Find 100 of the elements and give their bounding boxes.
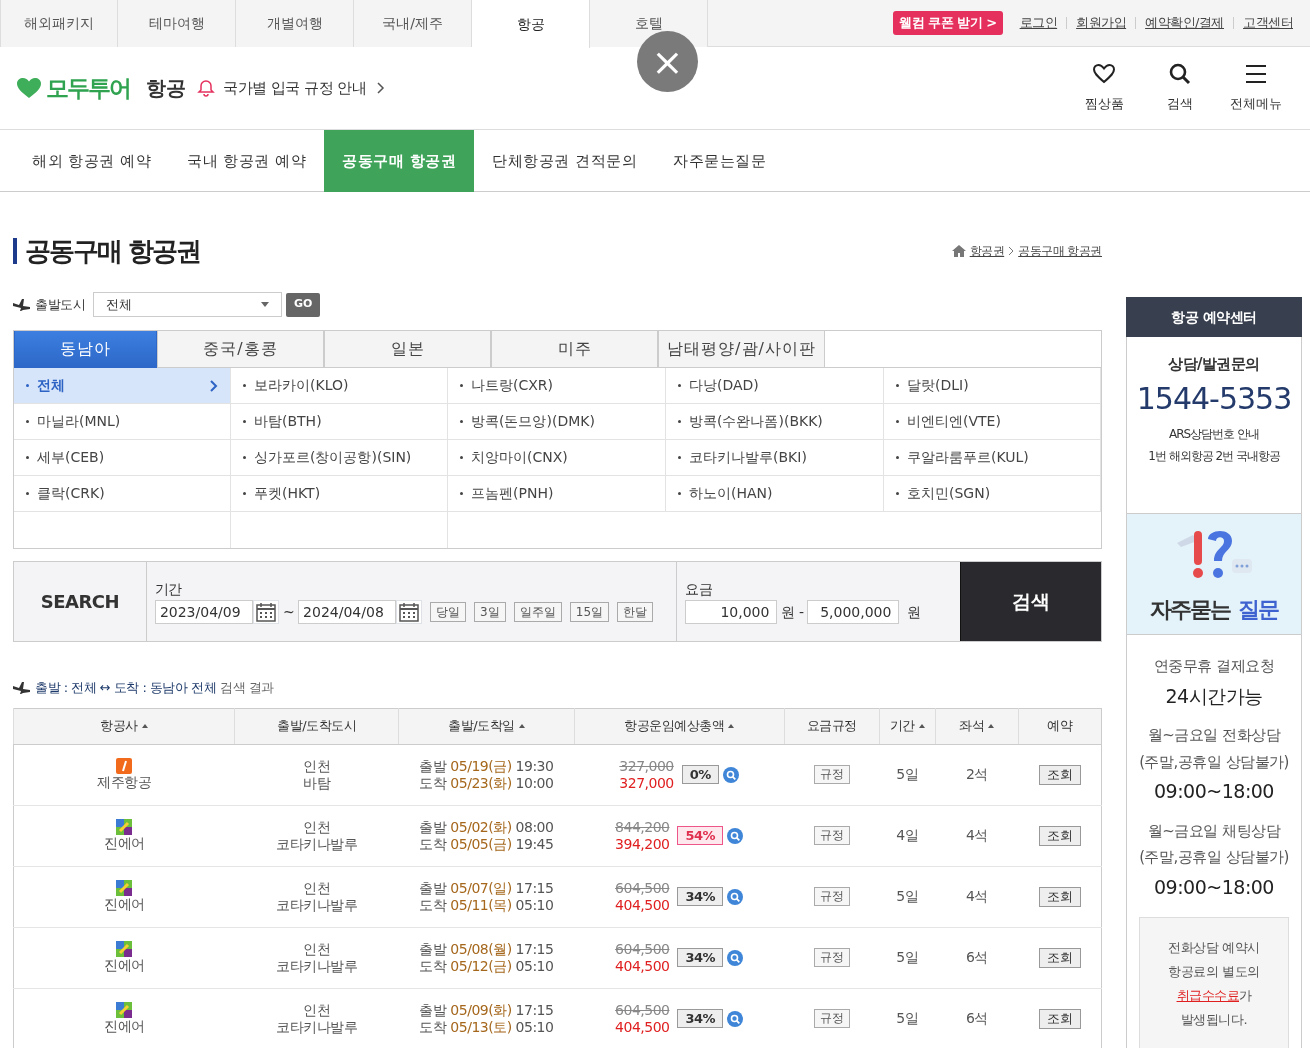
fare-rule-button[interactable]: 규정 [813, 826, 850, 845]
magnifier-icon[interactable] [727, 827, 744, 844]
search-icon [1168, 62, 1192, 87]
view-button[interactable]: 조회 [1038, 886, 1081, 907]
city-item[interactable]: 전체 [14, 368, 231, 404]
airline-logo-icon [116, 1002, 133, 1018]
fare-rule-button[interactable]: 규정 [813, 765, 850, 784]
city-item[interactable]: 나트랑(CXR) [448, 368, 666, 404]
city-item[interactable]: 프놈펜(PNH) [448, 476, 666, 512]
top-link[interactable]: 로그인 [1010, 17, 1067, 29]
go-button[interactable]: GO [286, 292, 321, 317]
city-item[interactable]: 달랏(DLI) [884, 368, 1101, 404]
breadcrumb-link[interactable]: 공동구매 항공권 [1018, 242, 1102, 260]
city-item[interactable]: 방콕(돈므앙)(DMK) [448, 404, 666, 440]
top-link[interactable]: 회원가입 [1066, 17, 1136, 29]
calendar-button[interactable] [396, 600, 423, 624]
fare-rule-button[interactable]: 규정 [813, 1009, 850, 1028]
period-quick-button[interactable]: 3일 [474, 602, 506, 622]
close-button[interactable]: × [637, 31, 698, 92]
home-icon [951, 245, 966, 257]
departure-select[interactable]: 전체 [93, 292, 282, 317]
city-item[interactable]: 세부(CEB) [14, 440, 231, 476]
category-tab[interactable]: 국내/제주 [354, 0, 472, 47]
chevron-right-icon [376, 82, 387, 94]
header-heart-button[interactable]: 찜상품 [1066, 61, 1142, 115]
city-item[interactable]: 호치민(SGN) [884, 476, 1101, 512]
sort-up-icon [141, 724, 148, 728]
magnifier-icon[interactable] [727, 1010, 744, 1027]
view-button[interactable]: 조회 [1038, 1008, 1081, 1029]
schedule-text: 출발 05/19(금) 19:30 [418, 757, 555, 775]
region-tab[interactable]: 중국/홍콩 [157, 331, 324, 368]
seats-text: 4석 [965, 888, 988, 904]
magnifier-icon[interactable] [727, 888, 744, 905]
city-item[interactable]: 하노이(HAN) [666, 476, 884, 512]
fare-max-field[interactable]: 5,000,000 [807, 600, 900, 624]
category-tab[interactable]: 개별여행 [236, 0, 354, 47]
duration-text: 5일 [896, 766, 919, 782]
city-item[interactable]: 코타키나발루(BKI) [666, 440, 884, 476]
city-item[interactable]: 방콕(수완나폼)(BKK) [666, 404, 884, 440]
column-header: 출발/도착도시 [277, 717, 357, 736]
view-button[interactable]: 조회 [1038, 947, 1081, 968]
header-menu-button[interactable]: 전체메뉴 [1218, 61, 1294, 115]
schedule-text: 도착 05/11(목) 05:10 [418, 896, 555, 914]
fare-rule-button[interactable]: 규정 [813, 948, 850, 967]
notice-link[interactable]: 국가별 입국 규정 안내 [223, 76, 367, 100]
city-text: 인천 [302, 757, 332, 775]
city-text: 코타키나발루 [275, 896, 359, 914]
faq-banner[interactable]: 자주묻는 질문 [1127, 513, 1301, 635]
region-tab[interactable]: 동남아 [14, 331, 157, 368]
magnifier-icon[interactable] [722, 766, 739, 783]
breadcrumb-link[interactable]: 항공권 [969, 242, 1005, 260]
region-tab[interactable]: 미주 [491, 331, 658, 368]
search-button[interactable]: 검색 [960, 562, 1101, 641]
fee-link[interactable]: 취급수수료 [1176, 988, 1239, 1003]
date-field[interactable]: 2023/04/09 [154, 600, 253, 624]
list-price: 604,500 [615, 1001, 670, 1019]
category-tab[interactable]: 항공 [472, 0, 590, 48]
main-nav-tab[interactable]: 단체항공권 견적문의 [474, 130, 656, 192]
city-item[interactable]: 다낭(DAD) [666, 368, 884, 404]
coupon-badge[interactable]: 웰컴 쿠폰 받기 > [893, 11, 1003, 35]
city-item[interactable]: 비엔티엔(VTE) [884, 404, 1101, 440]
consult-label: 상담/발권문의 [1167, 354, 1261, 375]
city-item[interactable]: 치앙마이(CNX) [448, 440, 666, 476]
city-item[interactable]: 클락(CRK) [14, 476, 231, 512]
fare-rule-button[interactable]: 규정 [813, 887, 850, 906]
column-header[interactable]: 항공사 [100, 716, 148, 736]
heart-logo-icon [16, 77, 42, 99]
period-quick-button[interactable]: 한달 [617, 602, 654, 622]
magnifier-icon[interactable] [727, 949, 744, 966]
region-tab[interactable]: 남태평양/괌/사이판 [658, 331, 825, 368]
duration-text: 5일 [896, 949, 919, 965]
sidebar-header: 항공 예약센터 [1126, 297, 1302, 337]
info-text: 연중무휴 결제요청 [1152, 656, 1276, 677]
city-item[interactable]: 마닐라(MNL) [14, 404, 231, 440]
period-quick-button[interactable]: 15일 [569, 602, 610, 622]
category-tab[interactable]: 테마여행 [118, 0, 236, 47]
region-tab[interactable]: 일본 [324, 331, 491, 368]
city-item[interactable]: 싱가포르(창이공항)(SIN) [231, 440, 448, 476]
city-item[interactable]: 쿠알라룸푸르(KUL) [884, 440, 1101, 476]
view-button[interactable]: 조회 [1038, 825, 1081, 846]
period-quick-button[interactable]: 일주일 [513, 602, 562, 622]
header-search-button[interactable]: 검색 [1142, 61, 1218, 115]
city-item[interactable]: 바탐(BTH) [231, 404, 448, 440]
ars-text: 1번 해외항공 2번 국내항공 [1147, 447, 1281, 465]
top-link[interactable]: 고객센터 [1233, 17, 1302, 29]
top-link[interactable]: 예약확인/결제 [1135, 17, 1233, 29]
city-text: 인천 [302, 940, 332, 958]
main-nav-tab[interactable]: 해외 항공권 예약 [14, 130, 170, 192]
main-nav-tab[interactable]: 자주묻는질문 [655, 130, 785, 192]
calendar-button[interactable] [252, 600, 279, 624]
city-item[interactable]: 보라카이(KLO) [231, 368, 448, 404]
city-text: 코타키나발루 [275, 1018, 359, 1036]
date-field[interactable]: 2024/04/08 [298, 600, 397, 624]
view-button[interactable]: 조회 [1038, 764, 1081, 785]
category-tab[interactable]: 해외패키지 [0, 0, 118, 47]
period-quick-button[interactable]: 당일 [430, 602, 467, 622]
fare-min-field[interactable]: 10,000 [685, 600, 778, 624]
city-item[interactable]: 푸켓(HKT) [231, 476, 448, 512]
main-nav-tab[interactable]: 국내 항공권 예약 [169, 130, 325, 192]
ars-text: ARS상담번호 안내 [1168, 425, 1260, 443]
